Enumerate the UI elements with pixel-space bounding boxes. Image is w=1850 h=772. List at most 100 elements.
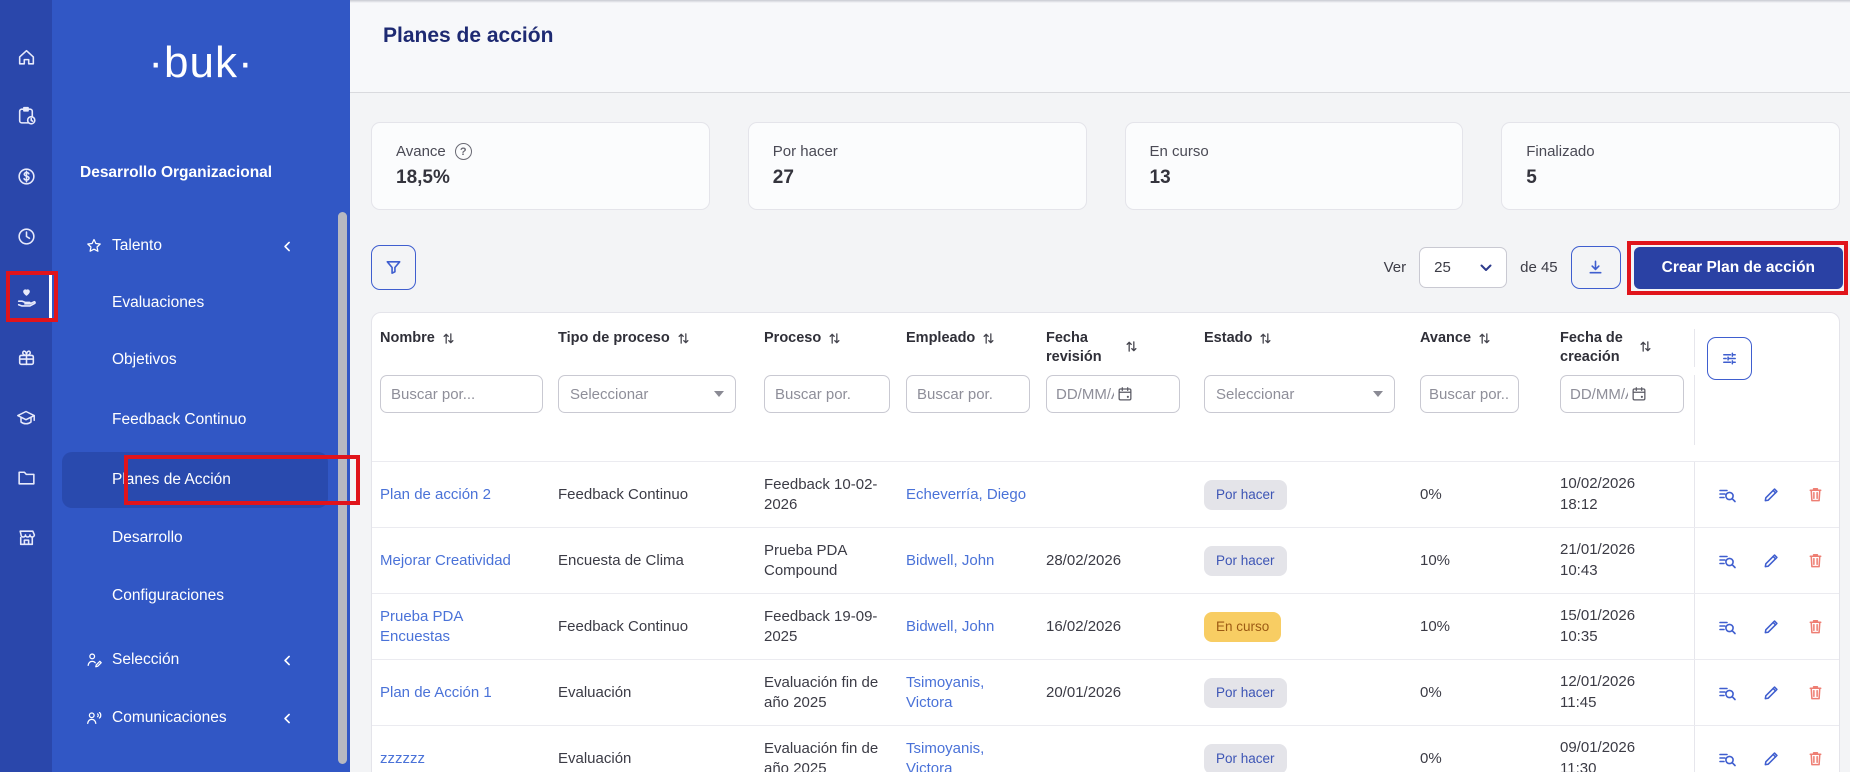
filter-button[interactable] xyxy=(371,245,416,290)
question-icon[interactable]: ? xyxy=(455,143,472,160)
sort-icon[interactable] xyxy=(677,331,690,346)
filter-proceso-input[interactable] xyxy=(764,375,890,413)
list-search-icon xyxy=(1717,551,1737,571)
sort-icon[interactable] xyxy=(982,331,995,346)
list-search-icon xyxy=(1717,617,1737,637)
sort-icon[interactable] xyxy=(1639,339,1652,354)
plan-name-link[interactable]: Prueba PDA Encuestas xyxy=(380,608,463,645)
progress-cell: 0% xyxy=(1412,475,1552,515)
plan-name-link[interactable]: Plan de Acción 1 xyxy=(380,684,492,701)
create-plan-button[interactable]: Crear Plan de acción xyxy=(1634,247,1843,289)
chevron-left-icon xyxy=(281,654,294,667)
filter-estado-select[interactable]: Seleccionar xyxy=(1204,375,1395,413)
delete-button[interactable] xyxy=(1806,551,1825,570)
sort-icon[interactable] xyxy=(1125,339,1138,354)
employee-link[interactable]: Bidwell, John xyxy=(906,552,994,569)
delete-button[interactable] xyxy=(1806,683,1825,702)
stat-value: 27 xyxy=(773,167,1062,189)
sidebar-group-talento[interactable]: Talento xyxy=(52,230,350,262)
hand-heart-icon[interactable] xyxy=(0,277,52,317)
clipboard-clock-icon[interactable] xyxy=(0,95,52,135)
status-badge: Por hacer xyxy=(1204,744,1287,772)
column-header-estado[interactable]: Estado xyxy=(1196,329,1412,367)
date-input[interactable] xyxy=(1570,386,1628,403)
employee-link[interactable]: Bidwell, John xyxy=(906,618,994,635)
sidebar-item-configuraciones[interactable]: Configuraciones xyxy=(112,581,224,611)
sort-icon[interactable] xyxy=(442,331,455,346)
view-details-button[interactable] xyxy=(1717,551,1737,571)
column-header-fecha-revision[interactable]: Fecha revisión xyxy=(1038,329,1196,367)
edit-button[interactable] xyxy=(1762,683,1781,702)
stat-card-finalizado: Finalizado 5 xyxy=(1501,122,1840,210)
view-details-button[interactable] xyxy=(1717,749,1737,769)
sort-icon[interactable] xyxy=(1478,331,1491,346)
per-page-select[interactable]: 25 xyxy=(1419,247,1507,288)
caret-down-icon xyxy=(714,391,724,397)
calendar-icon[interactable] xyxy=(1630,385,1648,403)
status-badge: Por hacer xyxy=(1204,480,1287,510)
view-details-button[interactable] xyxy=(1717,683,1737,703)
table-row: zzzzzz Evaluación Evaluación fin de año … xyxy=(372,725,1839,772)
review-date-cell: 16/02/2026 xyxy=(1038,607,1196,647)
filter-fecha-revision-date[interactable] xyxy=(1046,375,1180,413)
plan-name-link[interactable]: zzzzzz xyxy=(380,750,425,767)
main-content: Planes de acción Avance ? 18,5% Por hace… xyxy=(350,0,1850,772)
home-icon[interactable] xyxy=(0,37,52,77)
per-page-prefix: Ver xyxy=(1384,259,1407,276)
column-settings-button[interactable] xyxy=(1707,337,1752,380)
column-header-empleado[interactable]: Empleado xyxy=(898,329,1038,367)
trash-icon xyxy=(1806,617,1825,636)
sidebar-item-planes-de-accion[interactable]: Planes de Acción xyxy=(112,465,231,495)
sidebar-item-objetivos[interactable]: Objetivos xyxy=(112,345,177,375)
sidebar-group-comunicaciones[interactable]: Comunicaciones xyxy=(52,702,350,734)
edit-button[interactable] xyxy=(1762,749,1781,768)
date-input[interactable] xyxy=(1056,386,1114,403)
employee-link[interactable]: Echeverría, Diego xyxy=(906,486,1026,503)
status-badge: En curso xyxy=(1204,612,1281,642)
column-header-tipo-de-proceso[interactable]: Tipo de proceso xyxy=(550,329,756,367)
column-header-avance[interactable]: Avance xyxy=(1412,329,1552,367)
filter-nombre-input[interactable] xyxy=(380,375,543,413)
list-search-icon xyxy=(1717,485,1737,505)
sort-icon[interactable] xyxy=(1259,331,1272,346)
download-button[interactable] xyxy=(1571,246,1621,289)
plan-name-link[interactable]: Mejorar Creatividad xyxy=(380,552,511,569)
delete-button[interactable] xyxy=(1806,617,1825,636)
column-header-nombre[interactable]: Nombre xyxy=(372,329,550,367)
edit-button[interactable] xyxy=(1762,617,1781,636)
edit-button[interactable] xyxy=(1762,485,1781,504)
storefront-icon[interactable] xyxy=(0,517,52,557)
edit-button[interactable] xyxy=(1762,551,1781,570)
filter-avance-input[interactable] xyxy=(1420,375,1519,413)
calendar-icon[interactable] xyxy=(1116,385,1134,403)
plan-name-link[interactable]: Plan de acción 2 xyxy=(380,486,491,503)
sidebar-item-desarrollo[interactable]: Desarrollo xyxy=(112,523,183,553)
process-type-cell: Feedback Continuo xyxy=(550,607,756,647)
sidebar-item-feedback-continuo[interactable]: Feedback Continuo xyxy=(112,405,246,435)
filter-tipo-proceso-select[interactable]: Seleccionar xyxy=(558,375,736,413)
sidebar-item-evaluaciones[interactable]: Evaluaciones xyxy=(112,288,204,318)
sidebar-section-title: Desarrollo Organizacional xyxy=(80,164,272,182)
graduation-cap-icon[interactable] xyxy=(0,398,52,438)
folder-icon[interactable] xyxy=(0,457,52,497)
stat-value: 5 xyxy=(1526,167,1815,189)
clock-icon[interactable] xyxy=(0,216,52,256)
process-type-cell: Evaluación xyxy=(550,739,756,772)
delete-button[interactable] xyxy=(1806,485,1825,504)
delete-button[interactable] xyxy=(1806,749,1825,768)
gift-icon[interactable] xyxy=(0,337,52,377)
money-icon[interactable] xyxy=(0,156,52,196)
filter-fecha-creacion-date[interactable] xyxy=(1560,375,1684,413)
sidebar-group-seleccion[interactable]: Selección xyxy=(52,644,350,676)
employee-link[interactable]: Tsimoyanis, Victora xyxy=(906,740,984,772)
sidebar-scrollbar-thumb[interactable] xyxy=(338,212,347,764)
star-icon xyxy=(84,237,104,255)
pencil-icon xyxy=(1762,683,1781,702)
column-header-proceso[interactable]: Proceso xyxy=(756,329,898,367)
view-details-button[interactable] xyxy=(1717,485,1737,505)
sort-icon[interactable] xyxy=(828,331,841,346)
employee-link[interactable]: Tsimoyanis, Victora xyxy=(906,674,984,711)
filter-empleado-input[interactable] xyxy=(906,375,1030,413)
column-header-fecha-creacion[interactable]: Fecha de creación xyxy=(1552,329,1694,367)
view-details-button[interactable] xyxy=(1717,617,1737,637)
